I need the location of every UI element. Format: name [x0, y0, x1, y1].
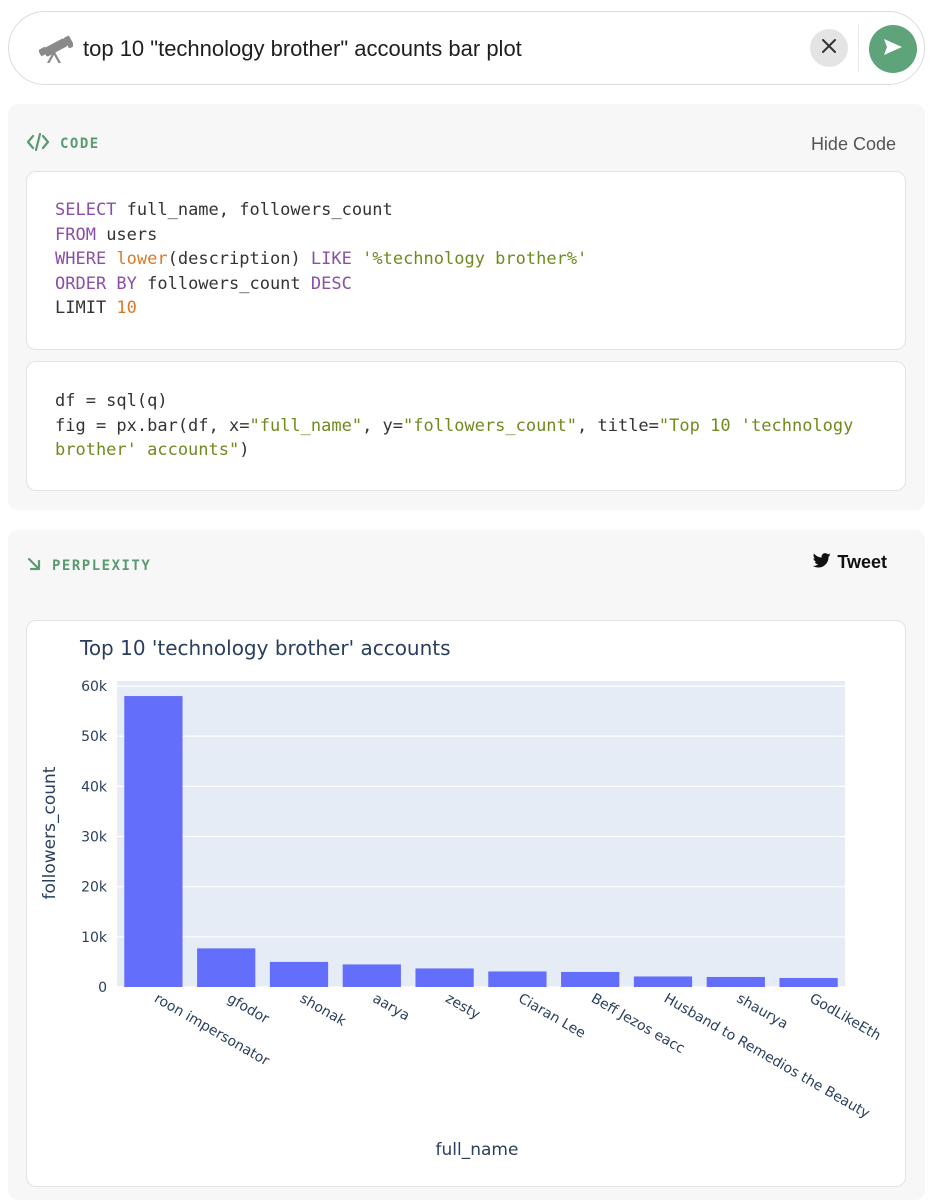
x-tick-label: GodLikeEth: [807, 991, 884, 1045]
code-token: fig = px.bar(df, x=: [55, 415, 250, 436]
x-axis-label: full_name: [436, 1140, 519, 1160]
perplexity-panel: PERPLEXITY Tweet 0 10k 20k 30k 40k 50k 60k roon…: [8, 530, 925, 1200]
code-section-header: CODE: [26, 132, 100, 155]
tweet-button[interactable]: Tweet: [813, 552, 887, 573]
code-token: , y=: [362, 415, 404, 436]
bar: [561, 971, 620, 987]
x-tick-label: zesty: [443, 991, 483, 1023]
arrow-down-right-icon: [26, 556, 42, 576]
y-tick-label: 30k: [81, 830, 108, 846]
perplexity-section-header: PERPLEXITY: [26, 556, 151, 576]
sql-line: SELECT full_name, followers_count: [55, 198, 905, 223]
code-token: LIKE: [310, 249, 352, 269]
sql-code-block: SELECT full_name, followers_count FROM us…: [26, 171, 906, 350]
code-token: 10: [116, 298, 137, 318]
y-tick-label: 10k: [81, 930, 108, 946]
code-token: '%technology brother%': [362, 249, 588, 269]
x-tick-label: Ciaran Lee: [515, 991, 588, 1042]
sql-line: WHERE lower(description) LIKE '%technolo…: [55, 247, 905, 272]
tweet-label: Tweet: [837, 552, 887, 572]
telescope-icon: [38, 34, 74, 64]
chart-title: Top 10 'technology brother' accounts: [79, 636, 451, 660]
bar: [124, 696, 183, 987]
code-token: , title=: [577, 415, 659, 436]
code-token: ORDER BY: [55, 273, 137, 294]
code-section-label: CODE: [60, 136, 100, 152]
bar: [706, 976, 765, 987]
bar: [342, 964, 401, 987]
bar: [779, 977, 838, 987]
bar-chart: 010k20k30k40k50k60kroon impersonatorgfod…: [40, 636, 884, 1160]
code-icon: [26, 132, 50, 155]
search-divider: [858, 24, 859, 72]
code-panel: CODE Hide Code SELECT full_name, followe…: [8, 104, 925, 510]
y-tick-label: 50k: [81, 729, 108, 745]
code-token: df = sql(q): [55, 391, 168, 411]
python-line: fig = px.bar(df, x="full_name", y="follo…: [55, 414, 905, 439]
code-token: (description): [167, 249, 311, 269]
search-bar[interactable]: top 10 "technology brother" accounts bar…: [8, 11, 925, 85]
code-token: WHERE: [55, 249, 107, 269]
clear-search-button[interactable]: [810, 29, 848, 67]
code-token: LIMIT: [55, 298, 117, 318]
sql-line: LIMIT 10: [55, 296, 905, 321]
python-line: df = sql(q): [55, 389, 905, 414]
code-token: FROM: [55, 224, 96, 245]
code-token: full_name, followers_count: [116, 200, 393, 220]
x-tick-label: shaurya: [734, 991, 791, 1033]
y-tick-label: 20k: [81, 880, 108, 896]
python-code-block: df = sql(q) fig = px.bar(df, x="full_name…: [26, 361, 906, 491]
code-token: "Top 10 'technology: [658, 415, 854, 436]
code-token: DESC: [310, 273, 352, 294]
bar: [415, 968, 474, 987]
y-tick-label: 0: [98, 980, 107, 996]
code-token: lower: [116, 249, 168, 269]
x-tick-label: aarya: [370, 991, 412, 1025]
sql-line: FROM users: [55, 223, 905, 248]
chart-card: 0 10k 20k 30k 40k 50k 60k roon impersonator gfod…: [26, 620, 906, 1187]
close-icon: [822, 38, 836, 58]
code-token: SELECT: [55, 200, 117, 220]
code-token: users: [95, 224, 158, 245]
sql-line: ORDER BY followers_count DESC: [55, 272, 905, 297]
hide-code-button[interactable]: Hide Code: [811, 134, 896, 155]
code-token: brother' accounts": [55, 440, 240, 460]
bar: [488, 971, 547, 987]
twitter-icon: [813, 552, 832, 573]
send-button[interactable]: [869, 25, 917, 73]
python-line: brother' accounts"): [55, 438, 905, 463]
send-icon: [883, 38, 903, 61]
y-axis-label: followers_count: [40, 766, 60, 899]
search-input[interactable]: top 10 "technology brother" accounts bar…: [83, 36, 522, 62]
bar: [197, 948, 256, 987]
code-token: followers_count: [136, 273, 311, 294]
bar: [633, 976, 693, 987]
code-token: "followers_count": [403, 415, 578, 436]
x-tick-label: shonak: [297, 991, 349, 1030]
bar: [269, 961, 329, 987]
y-tick-label: 60k: [81, 679, 108, 695]
perplexity-section-label: PERPLEXITY: [52, 558, 152, 574]
plot-area: [117, 681, 845, 987]
code-token: ): [239, 440, 250, 460]
y-tick-label: 40k: [81, 779, 108, 795]
x-tick-label: gfodor: [224, 991, 272, 1028]
code-token: "full_name": [249, 415, 363, 436]
